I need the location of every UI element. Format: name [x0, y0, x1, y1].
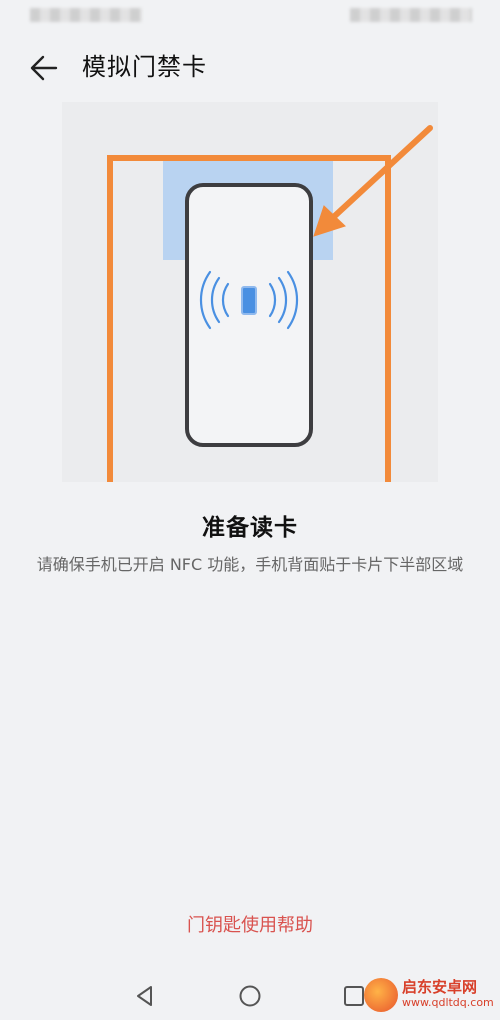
nav-home-button[interactable]	[235, 981, 265, 1011]
read-card-instructions: 请确保手机已开启 NFC 功能，手机背面贴于卡片下半部区域	[36, 555, 464, 574]
circle-home-icon	[239, 985, 261, 1007]
status-bar-left	[30, 8, 142, 22]
nav-back-button[interactable]	[130, 981, 160, 1011]
watermark-title: 启东安卓网	[402, 978, 478, 996]
page-title: 模拟门禁卡	[82, 53, 207, 81]
watermark-logo-icon	[364, 978, 398, 1012]
arrow-left-icon	[30, 55, 58, 81]
back-button[interactable]	[24, 48, 64, 88]
triangle-back-icon	[137, 986, 152, 1006]
read-card-illustration	[62, 102, 438, 482]
key-help-link[interactable]: 门钥匙使用帮助	[0, 911, 500, 937]
status-bar-right	[350, 8, 472, 22]
watermark-url: www.qdltdq.com	[402, 996, 494, 1009]
nfc-chip-icon	[241, 286, 257, 315]
read-card-heading: 准备读卡	[202, 515, 298, 541]
site-watermark: 启东安卓网 www.qdltdq.com	[364, 974, 494, 1016]
